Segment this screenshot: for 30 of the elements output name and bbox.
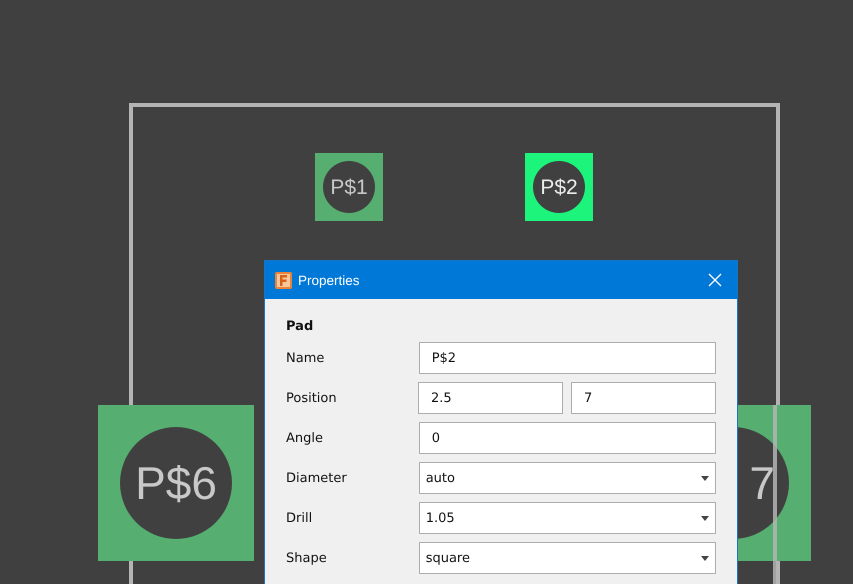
input-field[interactable]: 0 [418,422,716,454]
section-heading: Pad [286,319,314,334]
dropdown-value: auto [426,470,455,486]
close-icon [708,273,722,287]
field-label: Position [286,390,338,406]
pad-label: P$6 [135,460,217,506]
field-label: Drill [286,510,314,526]
field-label: Angle [286,430,324,446]
pad-label: P$1 [330,176,368,198]
dropdown-field[interactable]: 1.05 [418,502,716,534]
input-field[interactable]: 7 [571,382,716,414]
caret-icon [701,516,709,520]
field-label: Name [286,350,326,366]
pad[interactable]: P$1 [315,153,383,221]
field-label: Diameter [286,470,348,486]
pad-label: P$2 [540,176,578,198]
window-title: Properties [298,272,360,288]
pad-label: 7 [749,460,775,506]
dropdown-value: square [426,550,470,566]
caret-icon [701,476,709,480]
input-field[interactable]: 2.5 [418,382,563,414]
app-icon [275,272,292,288]
field-label: Shape [286,550,328,566]
dropdown-value: 1.05 [426,510,455,526]
pad[interactable]: P$6 [98,405,254,561]
dropdown-field[interactable]: auto [418,462,716,494]
caret-icon [701,556,709,560]
pad[interactable]: P$2 [525,153,593,221]
input-field[interactable]: P$2 [418,342,716,374]
dropdown-field[interactable]: square [418,542,716,574]
